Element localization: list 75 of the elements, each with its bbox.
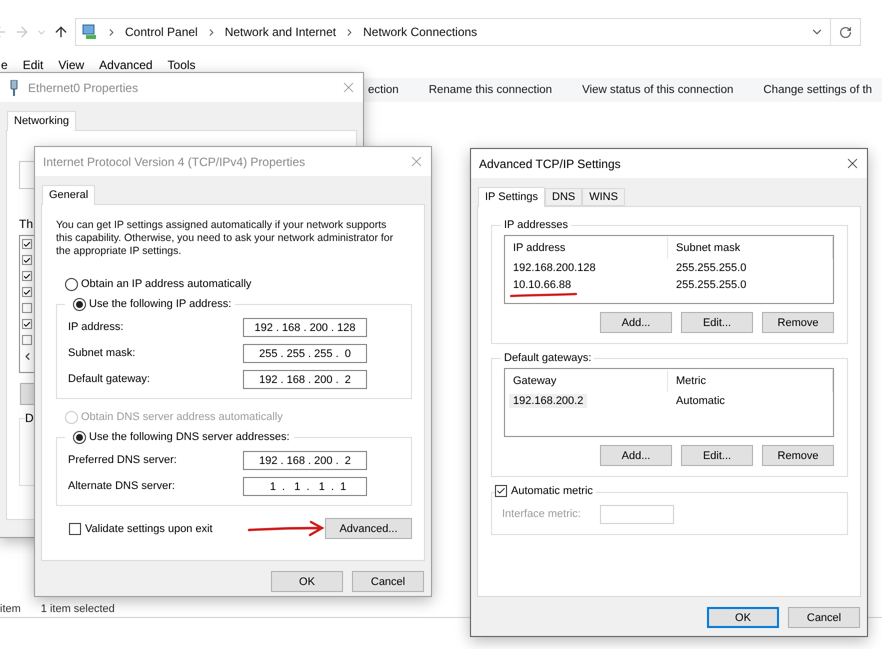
- checkbox[interactable]: [22, 319, 32, 329]
- ok-button[interactable]: OK: [707, 607, 779, 628]
- list-item[interactable]: Automatic: [672, 394, 729, 408]
- cancel-button[interactable]: Cancel: [352, 571, 424, 592]
- tab[interactable]: General: [42, 185, 96, 205]
- menu-item[interactable]: Advanced: [99, 58, 153, 72]
- add-button[interactable]: Add...: [600, 312, 672, 333]
- field-label: Preferred DNS server:: [68, 454, 178, 466]
- ip-input-field[interactable]: 192 . 168 . 200 . 2: [243, 450, 367, 470]
- remove-button[interactable]: Remove: [762, 445, 834, 466]
- window-title: Ethernet0 Properties: [28, 80, 140, 94]
- column-header[interactable]: Gateway: [505, 370, 668, 392]
- ip-input-field[interactable]: 1 . 1 . 1 . 1: [243, 476, 367, 496]
- edit-button[interactable]: Edit...: [681, 445, 753, 466]
- group-title: IP addresses: [503, 219, 570, 231]
- tab[interactable]: WINS: [582, 188, 625, 206]
- checkbox[interactable]: [22, 271, 32, 281]
- checkbox[interactable]: [22, 255, 32, 265]
- breadcrumb[interactable]: Control Panel: [125, 25, 198, 39]
- refresh-icon[interactable]: [839, 26, 852, 38]
- checkbox[interactable]: [22, 303, 32, 313]
- cancel-button[interactable]: Cancel: [788, 607, 860, 628]
- list-item[interactable]: 192.168.200.2: [509, 394, 588, 408]
- breadcrumb[interactable]: Network and Internet: [224, 25, 336, 39]
- field-label: Interface metric:: [502, 508, 582, 520]
- command-button[interactable]: View status of this connection: [582, 84, 734, 96]
- refresh-button[interactable]: [831, 18, 861, 46]
- command-button[interactable]: Change settings of th: [763, 84, 872, 96]
- field-label: Alternate DNS server:: [68, 480, 176, 492]
- control-panel-icon: [82, 24, 98, 40]
- window-title: Internet Protocol Version 4 (TCP/IPv4) Properties: [43, 154, 306, 168]
- tab[interactable]: DNS: [545, 188, 582, 206]
- column-header[interactable]: Metric: [668, 370, 833, 392]
- add-button[interactable]: Add...: [600, 445, 672, 466]
- group-title: Default gateways:: [503, 352, 592, 364]
- address-bar[interactable]: Control Panel Network and Internet Network Connections: [75, 18, 831, 46]
- status-text: item: [0, 603, 21, 615]
- menu-item[interactable]: Edit: [22, 58, 44, 72]
- command-button[interactable]: Rename this connection: [428, 84, 552, 96]
- menu-item[interactable]: Tools: [168, 58, 196, 72]
- ok-button[interactable]: OK: [271, 571, 343, 592]
- network-plug-icon: [8, 80, 20, 96]
- menu-item[interactable]: View: [58, 58, 84, 72]
- checkbox[interactable]: [22, 287, 32, 297]
- intro-text: You can get IP settings assigned automatically if your network supports this capability. Otherwise, you need to ask your network administrator for the appropriate IP settings.: [56, 219, 394, 258]
- check-icon: [23, 320, 31, 328]
- menu-item[interactable]: e: [1, 58, 8, 72]
- breadcrumb[interactable]: Network Connections: [363, 25, 478, 39]
- column-header[interactable]: IP address: [505, 237, 668, 259]
- list-item[interactable]: 255.255.255.0: [672, 260, 750, 274]
- window-title: Advanced TCP/IP Settings: [479, 156, 622, 170]
- up-icon[interactable]: [53, 24, 69, 40]
- field-label: Subnet mask:: [68, 347, 136, 359]
- edit-button[interactable]: Edit...: [681, 312, 753, 333]
- checkbox[interactable]: [22, 335, 32, 345]
- checkbox[interactable]: [22, 239, 32, 249]
- ip-input-field[interactable]: 192 . 168 . 200 . 2: [243, 370, 367, 388]
- remove-button[interactable]: Remove: [762, 312, 834, 333]
- status-text: 1 item selected: [40, 603, 115, 615]
- list-item[interactable]: 192.168.200.128: [509, 260, 600, 274]
- column-header[interactable]: Subnet mask: [668, 237, 833, 259]
- ip-input-field[interactable]: 192 . 168 . 200 . 128: [243, 318, 367, 336]
- ip-input-field[interactable]: 255 . 255 . 255 . 0: [243, 344, 367, 362]
- checkbox[interactable]: Automatic metric: [495, 485, 596, 497]
- tab[interactable]: IP Settings: [478, 187, 545, 207]
- list-label: Th: [19, 217, 34, 231]
- group-label: D: [25, 411, 34, 425]
- list-item[interactable]: 10.10.66.88: [509, 278, 576, 292]
- field-label: IP address:: [68, 321, 124, 333]
- command-button[interactable]: ection: [368, 84, 399, 96]
- list-item[interactable]: 255.255.255.0: [672, 278, 750, 292]
- advanced-button[interactable]: Advanced...: [325, 518, 412, 539]
- tab[interactable]: Networking: [7, 111, 76, 131]
- field-label: Default gateway:: [68, 373, 151, 385]
- check-icon: [496, 486, 506, 496]
